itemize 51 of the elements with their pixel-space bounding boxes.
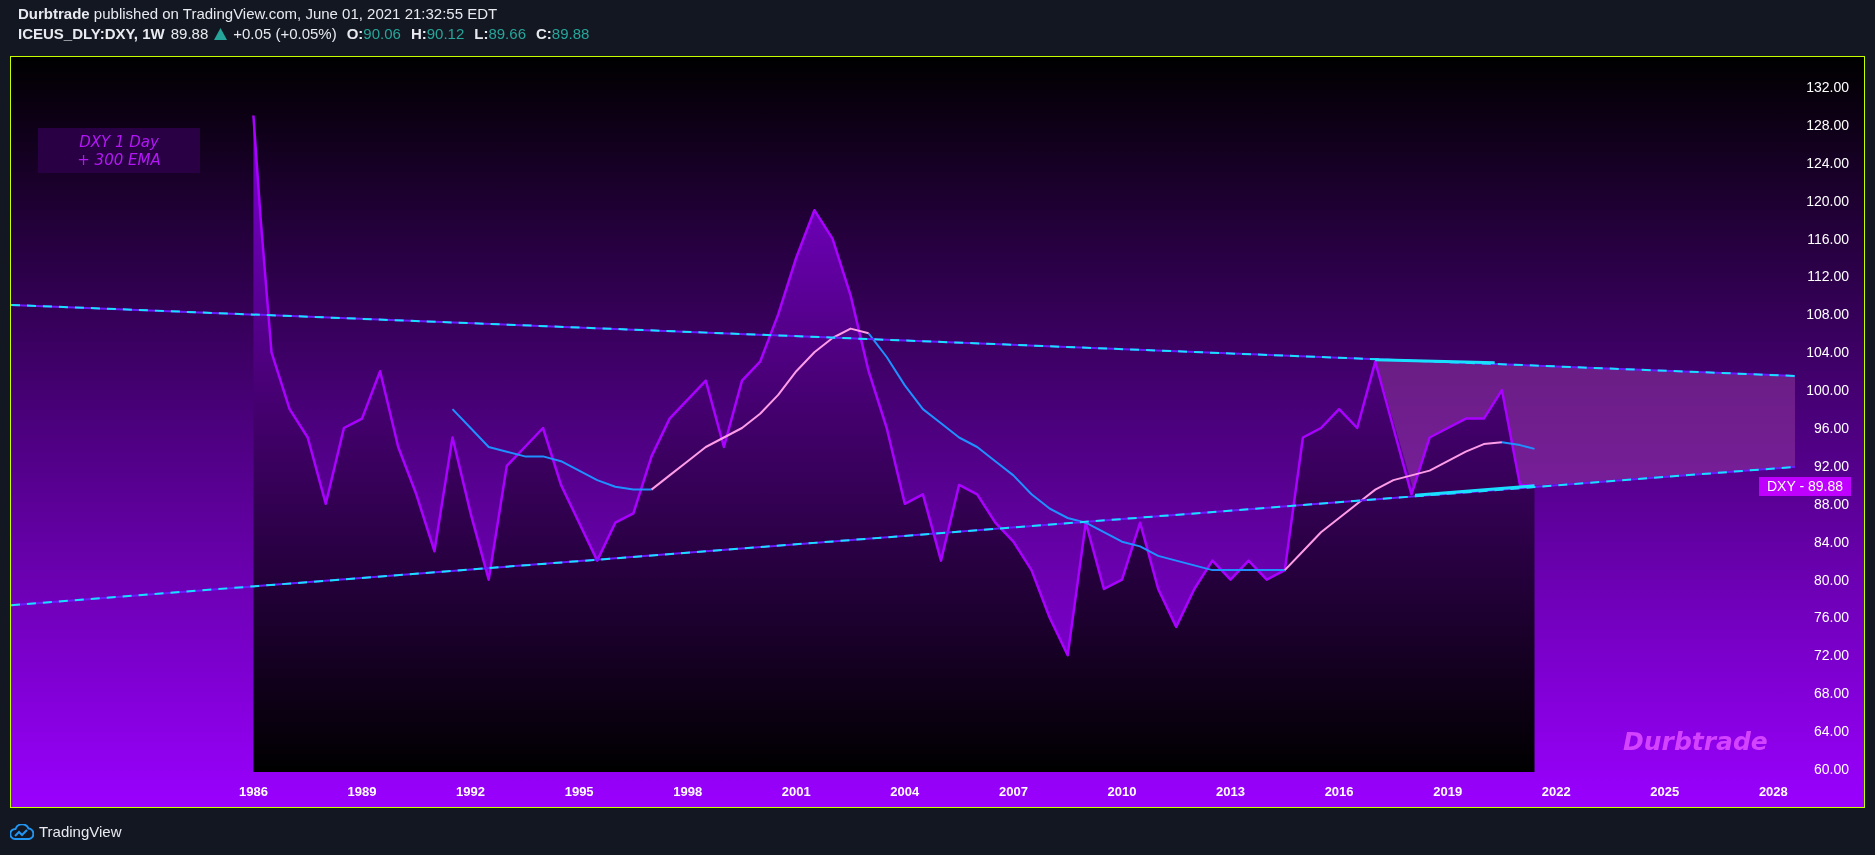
time-axis-label: 1986 [239,784,268,799]
price-axis-label: 104.00 [1806,344,1849,361]
time-axis-label: 2007 [998,784,1028,799]
price-axis-label: 68.00 [1813,685,1849,702]
brand-name: TradingView [39,823,122,840]
time-axis-label: 2016 [1324,784,1354,799]
signature-text: Durbtrade [1623,727,1768,756]
price-axis-label: 84.00 [1813,533,1849,550]
publish-info: Durbtrade published on TradingView.com, June 01, 2021 21:32:55 EDT [18,5,498,22]
price-axis-label: 76.00 [1813,609,1849,626]
time-axis-label: 1995 [564,784,594,799]
price-axis-label: 80.00 [1813,571,1849,588]
time-axis-label: 1992 [456,784,486,799]
price-axis-label: 128.00 [1806,116,1849,133]
time-axis-label: 2001 [781,784,811,799]
price-axis-label: 96.00 [1813,420,1849,436]
cloud-logo-icon [10,823,34,840]
time-axis-label: 2019 [1433,784,1463,799]
price-axis-label: 116.00 [1807,230,1849,247]
time-axis-label: 1989 [347,784,377,799]
ohlc-label: C: [536,25,552,42]
time-axis-label: 2022 [1541,784,1571,799]
price-axis-label: 100.00 [1806,382,1849,399]
price-axis-label: 124.00 [1806,154,1849,171]
note-text: DXY 1 Day [79,133,159,151]
last-price: 89.88 [170,25,209,42]
time-axis-label: 2025 [1650,784,1680,799]
time-axis-label: 2028 [1758,784,1788,799]
time-axis-label: 2004 [890,784,920,799]
ohlc-value: 90.06 [363,25,401,42]
price-axis-label: 132.00 [1806,79,1849,96]
ohlc-value: 89.88 [551,25,590,42]
price-axis-label: 92.00 [1813,457,1849,474]
price-change: +0.05 (+0.05%) [233,25,337,42]
ohlc-label: L: [474,25,489,42]
ohlc-value: 89.66 [488,25,526,42]
price-axis-label: 88.00 [1813,495,1849,512]
ohlc-value: 90.12 [426,25,465,42]
price-axis-label: 72.00 [1813,647,1849,664]
note-text: + 300 EMA [77,151,161,169]
price-axis-label: 112.00 [1807,268,1849,285]
symbol-title: ICEUS_DLY:DXY, 1W [18,25,165,42]
price-axis-label: 60.00 [1813,761,1849,777]
price-axis-label: 108.00 [1806,306,1849,323]
price-axis-label: 120.00 [1806,192,1849,209]
ohlc-label: O: [346,25,364,42]
ohlc-label: H: [410,25,427,42]
time-axis-label: 1998 [673,784,703,799]
time-axis-label: 2013 [1216,784,1245,799]
price-axis-label: 64.00 [1813,723,1849,740]
time-axis-label: 2010 [1107,784,1137,799]
